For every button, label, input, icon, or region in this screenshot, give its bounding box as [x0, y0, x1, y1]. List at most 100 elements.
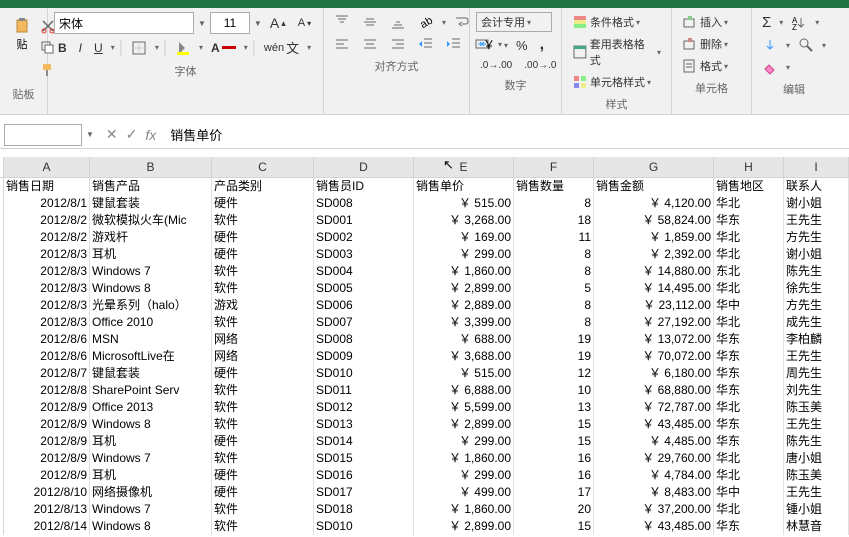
cell[interactable]: 20: [514, 501, 594, 518]
header-cell[interactable]: 产品类别: [212, 178, 314, 195]
fill-color-button[interactable]: [171, 38, 195, 58]
cell[interactable]: 周先生: [784, 365, 849, 382]
cell[interactable]: 刘先生: [784, 382, 849, 399]
cell[interactable]: 华东: [714, 382, 784, 399]
cell[interactable]: ￥ 4,784.00: [594, 467, 714, 484]
cell[interactable]: 华北: [714, 314, 784, 331]
cell[interactable]: 王先生: [784, 484, 849, 501]
chevron-down-icon[interactable]: ▾: [111, 43, 115, 52]
delete-button[interactable]: 删除▾: [678, 34, 732, 54]
header-cell[interactable]: 销售产品: [90, 178, 212, 195]
formula-input[interactable]: [164, 124, 849, 146]
chevron-down-icon[interactable]: ▾: [442, 18, 446, 27]
name-box[interactable]: [4, 124, 82, 146]
header-cell[interactable]: 销售员ID: [314, 178, 414, 195]
cell[interactable]: SD011: [314, 382, 414, 399]
align-middle-button[interactable]: [358, 12, 382, 32]
cell[interactable]: 2012/8/3: [4, 246, 90, 263]
cell[interactable]: 华东: [714, 212, 784, 229]
cell[interactable]: 耳机: [90, 467, 212, 484]
cell[interactable]: 华北: [714, 229, 784, 246]
find-button[interactable]: [794, 35, 818, 55]
fill-button[interactable]: [758, 35, 782, 55]
comma-button[interactable]: ,: [536, 34, 548, 56]
cell[interactable]: 王先生: [784, 348, 849, 365]
cell[interactable]: 方先生: [784, 297, 849, 314]
cell[interactable]: 2012/8/3: [4, 263, 90, 280]
font-name-select[interactable]: [54, 12, 194, 34]
align-top-button[interactable]: [330, 12, 354, 32]
cell[interactable]: 2012/8/13: [4, 501, 90, 518]
cell[interactable]: SD002: [314, 229, 414, 246]
font-color-button[interactable]: A: [207, 39, 240, 57]
cell[interactable]: 8: [514, 195, 594, 212]
cell[interactable]: MicrosoftLive在: [90, 348, 212, 365]
cell[interactable]: 2012/8/9: [4, 450, 90, 467]
cell[interactable]: SD018: [314, 501, 414, 518]
header-cell[interactable]: 销售数量: [514, 178, 594, 195]
cell[interactable]: 李柏麟: [784, 331, 849, 348]
cell[interactable]: ￥ 515.00: [414, 365, 514, 382]
chevron-down-icon[interactable]: ▾: [307, 43, 311, 52]
cell[interactable]: 软件: [212, 280, 314, 297]
cell[interactable]: 15: [514, 518, 594, 535]
column-header[interactable]: D: [314, 157, 414, 177]
underline-button[interactable]: U: [90, 39, 107, 57]
cell[interactable]: 软件: [212, 382, 314, 399]
chevron-down-icon[interactable]: ▼: [254, 19, 262, 28]
enter-icon[interactable]: ✓: [126, 126, 138, 143]
increase-indent-button[interactable]: [442, 34, 466, 54]
cell[interactable]: 硬件: [212, 365, 314, 382]
cell[interactable]: 硬件: [212, 484, 314, 501]
decrease-indent-button[interactable]: [414, 34, 438, 54]
cell[interactable]: 唐小姐: [784, 450, 849, 467]
cell[interactable]: 王先生: [784, 212, 849, 229]
align-left-button[interactable]: [330, 34, 354, 54]
conditional-format-button[interactable]: 条件格式▾: [568, 12, 644, 32]
cell[interactable]: SD008: [314, 195, 414, 212]
chevron-down-icon[interactable]: ▼: [82, 130, 98, 139]
cell[interactable]: ￥ 27,192.00: [594, 314, 714, 331]
cell[interactable]: 2012/8/10: [4, 484, 90, 501]
cell[interactable]: MSN: [90, 331, 212, 348]
cell[interactable]: ￥ 43,485.00: [594, 416, 714, 433]
cell[interactable]: 陈玉美: [784, 399, 849, 416]
cell[interactable]: ￥ 37,200.00: [594, 501, 714, 518]
cell[interactable]: 微软模拟火车(Mic: [90, 212, 212, 229]
column-header[interactable]: A: [4, 157, 90, 177]
cell[interactable]: Windows 7: [90, 501, 212, 518]
cell[interactable]: 2012/8/8: [4, 382, 90, 399]
cell[interactable]: 键鼠套装: [90, 365, 212, 382]
cell[interactable]: 华东: [714, 331, 784, 348]
cell[interactable]: ￥ 4,120.00: [594, 195, 714, 212]
table-format-button[interactable]: 套用表格格式▾: [568, 34, 665, 70]
cell[interactable]: 2012/8/3: [4, 297, 90, 314]
cell[interactable]: 软件: [212, 399, 314, 416]
paste-button[interactable]: 贴: [12, 16, 32, 80]
cell[interactable]: ￥ 299.00: [414, 433, 514, 450]
cell[interactable]: 耳机: [90, 246, 212, 263]
cell[interactable]: 2012/8/9: [4, 467, 90, 484]
cell[interactable]: ￥ 3,688.00: [414, 348, 514, 365]
cell[interactable]: ￥ 299.00: [414, 246, 514, 263]
cell[interactable]: ￥ 3,268.00: [414, 212, 514, 229]
cell[interactable]: 硬件: [212, 195, 314, 212]
cell[interactable]: 16: [514, 467, 594, 484]
cell[interactable]: 硬件: [212, 467, 314, 484]
cell[interactable]: 华中: [714, 484, 784, 501]
format-button[interactable]: 格式▾: [678, 56, 732, 76]
cell[interactable]: 华北: [714, 246, 784, 263]
cell[interactable]: 17: [514, 484, 594, 501]
cell[interactable]: ￥ 515.00: [414, 195, 514, 212]
cell[interactable]: 软件: [212, 450, 314, 467]
cell[interactable]: ￥ 5,599.00: [414, 399, 514, 416]
cell[interactable]: SD001: [314, 212, 414, 229]
cell[interactable]: 方先生: [784, 229, 849, 246]
align-center-button[interactable]: [358, 34, 382, 54]
percent-button[interactable]: %: [512, 36, 532, 55]
cell[interactable]: 13: [514, 399, 594, 416]
cell[interactable]: 华中: [714, 297, 784, 314]
fx-icon[interactable]: fx: [145, 127, 156, 143]
cell[interactable]: 2012/8/2: [4, 229, 90, 246]
increase-decimal-button[interactable]: .0→.00: [476, 58, 516, 73]
